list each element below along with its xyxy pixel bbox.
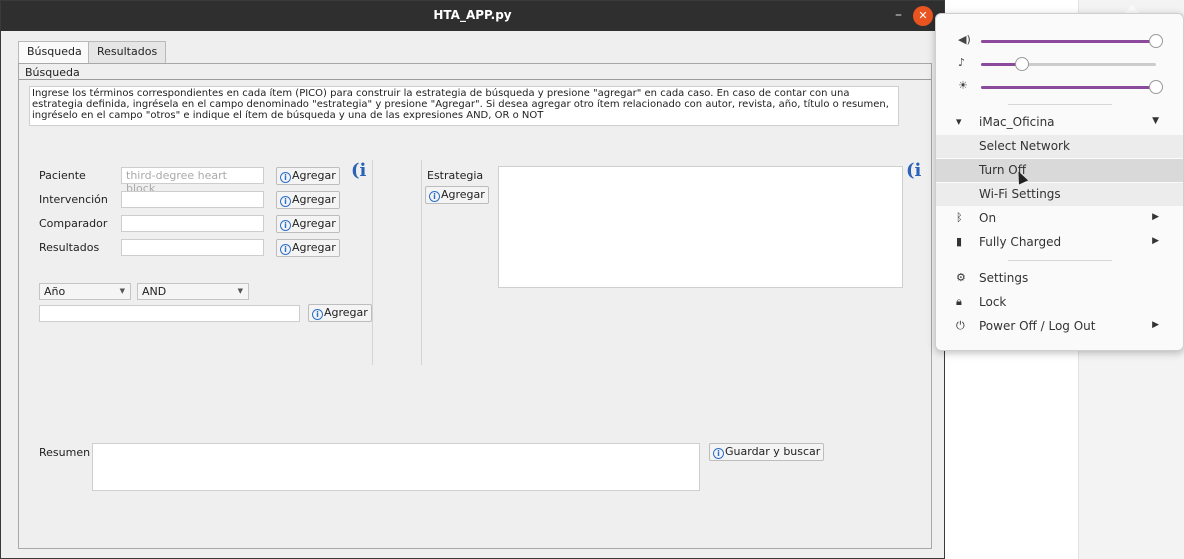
wifi-icon: ▾ [956,115,962,128]
microphone-slider[interactable]: ♪ [936,54,1184,74]
info-icon: i [280,220,291,231]
label-resumen: Resumen [39,446,91,459]
agregar-comparador-button[interactable]: i Agregar [276,215,340,233]
slider-fill [981,86,1156,89]
slider-knob[interactable] [1149,80,1163,94]
microphone-icon: ♪ [958,56,966,69]
power-menu-item[interactable]: ⏻ Power Off / Log Out ▶ [936,315,1183,338]
chevron-right-icon: ▶ [1152,320,1159,330]
guardar-y-buscar-button[interactable]: i Guardar y buscar [709,443,825,461]
agregar-paciente-button[interactable]: i Agregar [276,167,340,185]
info-icon: i [312,309,323,320]
field-select[interactable]: Año ▼ [39,283,131,300]
resultados-input[interactable] [121,239,264,256]
label-resultados: Resultados [39,241,100,254]
panel-divider [421,160,422,365]
lock-menu-item[interactable]: 🔒︎ Lock [936,291,1183,314]
info-icon: i [280,244,291,255]
chevron-right-icon: ▶ [1152,212,1159,222]
strategy-info-icon[interactable]: (i [906,160,921,181]
agregar-estrategia-button[interactable]: i Agregar [425,186,489,204]
estrategia-textarea[interactable] [498,166,903,288]
chevron-down-icon: ▼ [1152,116,1159,126]
info-icon: i [280,196,291,207]
comparador-input[interactable] [121,215,264,232]
power-icon: ⏻ [956,319,965,332]
settings-menu-item[interactable]: ⚙ Settings [936,267,1183,290]
title-bar: HTA_APP.py – ✕ [1,1,944,31]
chevron-right-icon: ▶ [1152,236,1159,246]
agregar-intervencion-button[interactable]: i Agregar [276,191,340,209]
agregar-otros-button[interactable]: i Agregar [308,304,372,322]
tab-busqueda[interactable]: Búsqueda [18,41,91,63]
speaker-icon: ◀) [958,33,971,46]
paciente-input[interactable]: third-degree heart block [121,167,264,195]
label-paciente: Paciente [39,169,86,182]
otros-input[interactable] [39,305,300,322]
battery-menu-item[interactable]: ▮ Fully Charged ▶ [936,231,1183,254]
volume-slider[interactable]: ◀) [936,31,1184,51]
separator [1008,260,1112,261]
slider-knob[interactable] [1149,34,1163,48]
button-label: Agregar [441,188,485,201]
battery-icon: ▮ [956,235,963,248]
resumen-textarea[interactable] [92,443,700,491]
instructions-text: Ingrese los términos correspondientes en… [29,86,899,126]
slider-knob[interactable] [1015,57,1029,71]
chevron-down-icon: ▼ [119,287,125,295]
button-label: Agregar [292,241,336,254]
info-icon: i [713,448,724,459]
info-icon: i [429,191,440,202]
agregar-resultados-button[interactable]: i Agregar [276,239,340,257]
bluetooth-menu-item[interactable]: ᛒ On ▶ [936,207,1183,230]
close-button[interactable]: ✕ [913,6,933,26]
label-comparador: Comparador [39,217,108,230]
intervencion-input[interactable] [121,191,264,208]
gear-icon: ⚙ [956,271,966,284]
brightness-slider[interactable]: ☀ [936,77,1184,97]
chevron-down-icon: ▼ [237,287,243,295]
info-icon: i [280,172,291,183]
separator [1008,104,1112,105]
search-group: Búsqueda Ingrese los términos correspond… [18,63,932,549]
label-intervencion: Intervención [39,193,108,206]
button-label: Agregar [292,217,336,230]
operator-select[interactable]: AND ▼ [137,283,249,300]
tab-resultados[interactable]: Resultados [88,41,167,63]
button-label: Guardar y buscar [725,445,821,458]
system-menu: ◀) ♪ ☀ ▾ iMac_Oficina ▼ Select Network T… [935,13,1184,351]
divider [19,79,931,80]
label-estrategia: Estrategia [427,169,484,182]
brightness-icon: ☀ [958,79,968,92]
window-title: HTA_APP.py [433,8,512,22]
lock-icon: 🔒︎ [956,295,962,308]
wifi-menu-item[interactable]: ▾ iMac_Oficina ▼ [936,111,1183,134]
select-network-item[interactable]: Select Network [936,135,1183,158]
minimize-button[interactable]: – [895,7,902,23]
button-label: Agregar [292,169,336,182]
slider-fill [981,40,1156,43]
wifi-settings-item[interactable]: Wi-Fi Settings [936,183,1183,206]
app-window: HTA_APP.py – ✕ Búsqueda Resultados Búsqu… [0,0,945,559]
turn-off-item[interactable]: Turn Off [936,159,1183,182]
pico-info-icon[interactable]: (i [351,160,366,181]
button-label: Agregar [292,193,336,206]
bluetooth-icon: ᛒ [956,211,963,224]
button-label: Agregar [324,306,368,319]
group-title: Búsqueda [25,66,80,79]
